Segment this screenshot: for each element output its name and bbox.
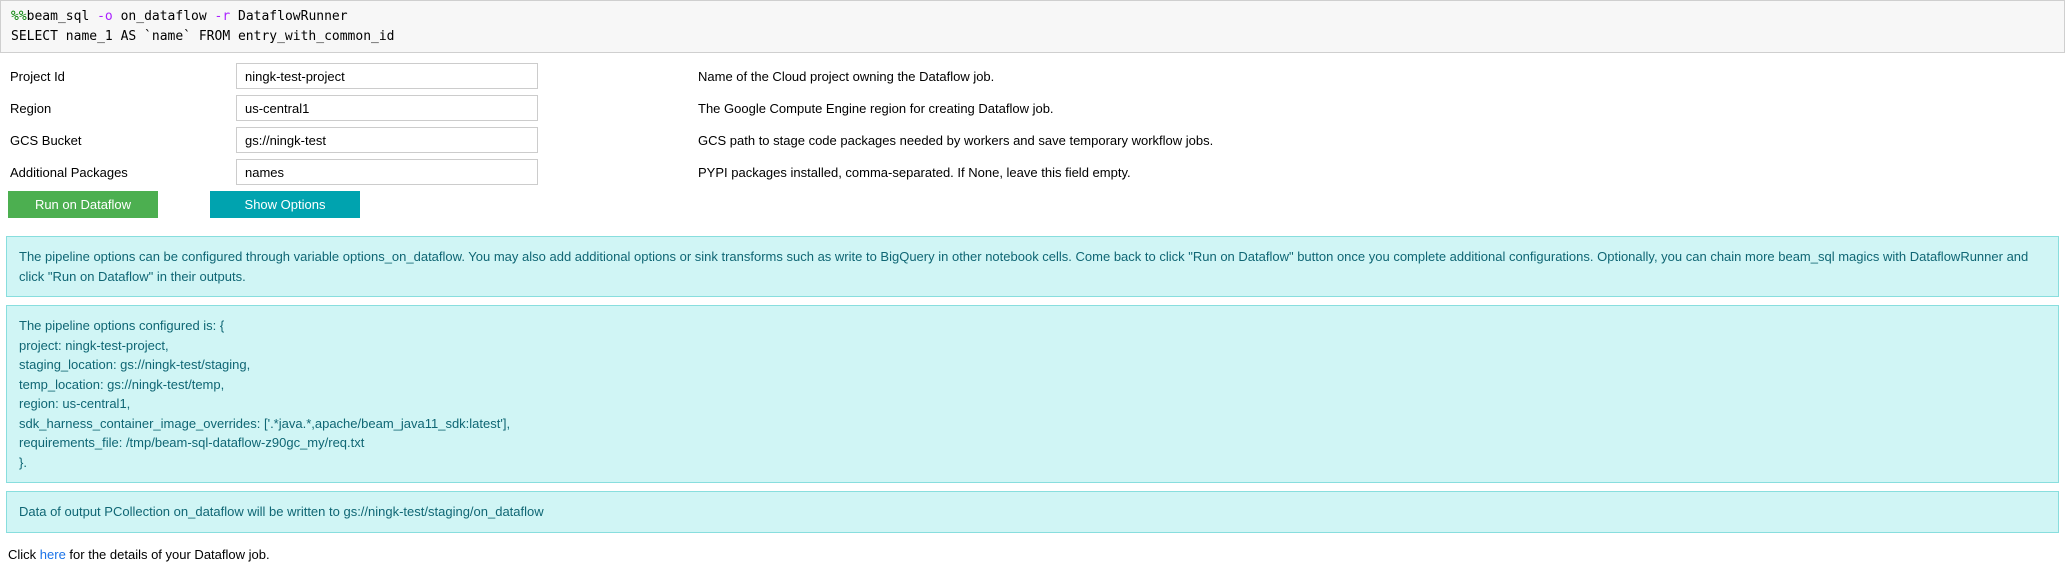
- label-region: Region: [8, 101, 236, 116]
- button-row: Run on Dataflow Show Options: [8, 191, 2057, 218]
- info-box-configured-options: The pipeline options configured is: { pr…: [6, 305, 2059, 483]
- footer-line: Click here for the details of your Dataf…: [0, 541, 2065, 568]
- label-gcs-bucket: GCS Bucket: [8, 133, 236, 148]
- code-magic-prefix: %%: [11, 9, 27, 24]
- code-arg-output: on_dataflow: [113, 9, 215, 24]
- code-flag-r: -r: [215, 9, 231, 24]
- code-magic-name: beam_sql: [27, 9, 97, 24]
- input-packages[interactable]: [236, 159, 538, 185]
- desc-packages: PYPI packages installed, comma-separated…: [698, 165, 1131, 180]
- footer-suffix: for the details of your Dataflow job.: [66, 547, 270, 562]
- desc-region: The Google Compute Engine region for cre…: [698, 101, 1054, 116]
- code-arg-runner: DataflowRunner: [230, 9, 347, 24]
- form-row-region: Region The Google Compute Engine region …: [8, 95, 2057, 121]
- code-flag-o: -o: [97, 9, 113, 24]
- form-row-packages: Additional Packages PYPI packages instal…: [8, 159, 2057, 185]
- info-box-output-path: Data of output PCollection on_dataflow w…: [6, 491, 2059, 533]
- label-project-id: Project Id: [8, 69, 236, 84]
- code-sql-line: SELECT name_1 AS `name` FROM entry_with_…: [11, 29, 395, 44]
- form-row-gcs: GCS Bucket GCS path to stage code packag…: [8, 127, 2057, 153]
- desc-project-id: Name of the Cloud project owning the Dat…: [698, 69, 994, 84]
- input-gcs-bucket[interactable]: [236, 127, 538, 153]
- code-cell[interactable]: %%beam_sql -o on_dataflow -r DataflowRun…: [0, 0, 2065, 53]
- label-packages: Additional Packages: [8, 165, 236, 180]
- info-box-options-hint: The pipeline options can be configured t…: [6, 236, 2059, 297]
- desc-gcs-bucket: GCS path to stage code packages needed b…: [698, 133, 1213, 148]
- run-on-dataflow-button[interactable]: Run on Dataflow: [8, 191, 158, 218]
- form-row-project: Project Id Name of the Cloud project own…: [8, 63, 2057, 89]
- footer-prefix: Click: [8, 547, 40, 562]
- show-options-button[interactable]: Show Options: [210, 191, 360, 218]
- input-project-id[interactable]: [236, 63, 538, 89]
- input-region[interactable]: [236, 95, 538, 121]
- form-area: Project Id Name of the Cloud project own…: [0, 53, 2065, 232]
- dataflow-job-link[interactable]: here: [40, 547, 66, 562]
